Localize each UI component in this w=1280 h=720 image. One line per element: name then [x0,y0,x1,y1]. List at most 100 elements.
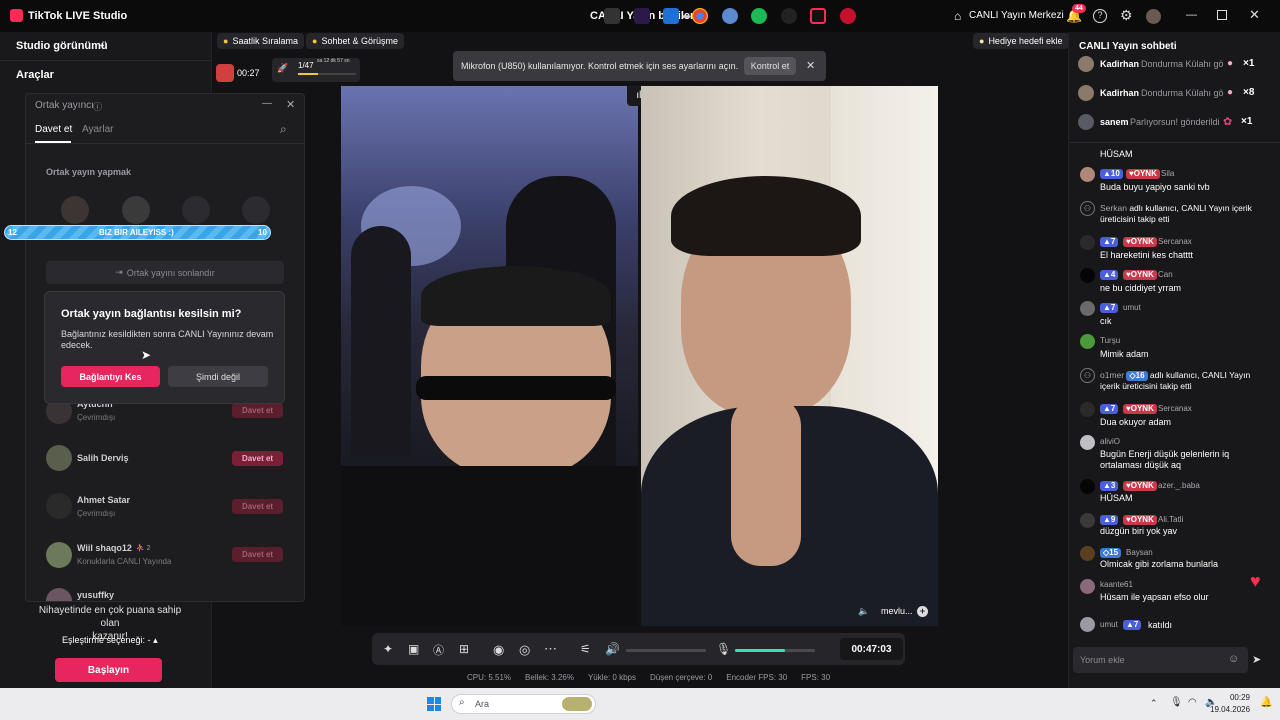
sliders-icon[interactable]: ⚟ [580,642,591,656]
notifications-icon[interactable]: 🔔 [1260,697,1272,708]
rocket-icon: 🚀 [277,63,289,73]
minimize-panel-icon[interactable]: — [262,98,272,109]
hourly-rank-button[interactable]: ● Saatlik Sıralama [217,33,304,49]
chat-avatar[interactable] [1080,268,1095,283]
cohost-avatar-1[interactable] [61,196,89,224]
invite-button[interactable]: Davet et [232,451,283,466]
chat-username[interactable]: umut [1123,303,1141,312]
chat-username[interactable]: aliviO [1100,437,1120,446]
chat-avatar[interactable] [1080,617,1095,632]
profile-avatar[interactable] [1146,9,1161,24]
not-now-button[interactable]: Şimdi değil [168,366,268,387]
volume-icon[interactable]: 🔊 [605,642,620,656]
info-icon[interactable]: ⓘ [93,100,102,113]
app-icon[interactable] [722,8,738,24]
emoji-icon[interactable]: ☺ [1228,653,1239,665]
layout-icon[interactable]: ▣ [408,642,419,656]
microphone-icon[interactable]: 🎙 [716,642,731,656]
caret-up-icon: ▴ [153,635,158,645]
chat-username[interactable]: azer._.baba [1158,481,1200,490]
chat-avatar[interactable] [1080,546,1095,561]
match-option-select[interactable]: Eşleştirme seçeneği: - ▴ [62,635,158,646]
app-icon[interactable] [840,8,856,24]
chat-username[interactable]: umut [1100,620,1118,629]
help-icon[interactable]: ? [1093,9,1107,23]
chat-avatar[interactable] [1080,402,1095,417]
spotify-icon[interactable] [751,8,767,24]
more-icon[interactable]: ⋯ [544,641,557,657]
chat-avatar[interactable] [1080,479,1095,494]
settings-gear-icon[interactable]: ⚙ [1120,7,1133,24]
chat-username[interactable]: Can [1158,270,1173,279]
add-media-icon[interactable]: ⊞ [459,642,469,656]
chat-username[interactable]: Baysan [1126,548,1153,557]
studio-view-dropdown[interactable]: Studio görünümü [16,40,108,52]
start-button[interactable]: Başlayın [55,658,162,682]
magic-wand-icon[interactable]: ✦ [383,642,393,656]
close-notice-icon[interactable]: ✕ [806,59,815,72]
chat-username[interactable]: kaante61 [1100,580,1133,589]
ice-cream-icon: ● [1227,87,1234,98]
tab-settings[interactable]: Ayarlar [82,124,114,135]
invite-button[interactable]: Davet et [232,403,283,418]
empty-slot-avatar[interactable] [182,196,210,224]
wifi-icon[interactable]: ◠ [1188,697,1197,708]
chat-avatar[interactable] [1080,301,1095,316]
trophy-icon: ● [223,36,229,46]
live-center-button[interactable]: CANLI Yayın Merkezi [969,10,1064,21]
chat-avatar[interactable] [1080,435,1095,450]
chat-meet-button[interactable]: ● Sohbet & Görüşme [306,33,404,49]
chat-avatar[interactable] [1080,235,1095,250]
chat-username[interactable]: Turşu [1100,336,1120,345]
chat-join-event: umut ▲7 katıldı [1080,617,1270,633]
task-view-icon[interactable] [604,8,620,24]
speaker-icon[interactable]: 🔈 [858,606,869,617]
end-cohost-button[interactable]: ⇥ Ortak yayını sonlandır [46,261,284,284]
after-effects-icon[interactable] [634,8,650,24]
close-panel-icon[interactable]: ✕ [286,98,295,111]
target-icon[interactable]: ◎ [519,642,530,658]
invite-button[interactable]: Davet et [232,499,283,514]
ai-icon[interactable]: Ⓐ [433,642,444,658]
guest-name: mevlu... [881,606,913,616]
chat-username[interactable]: Sercanax [1158,237,1192,246]
tab-invite[interactable]: Davet et [35,124,72,135]
chat-username[interactable]: Sila [1161,169,1174,178]
chat-username[interactable]: o1mer [1100,370,1124,380]
chat-message-text: Dua okuyor adam [1100,417,1172,427]
chrome-icon[interactable] [692,8,708,24]
windows-start-icon[interactable] [427,697,441,711]
close-window-icon[interactable]: ✕ [1249,7,1260,23]
chat-avatar[interactable] [1080,334,1095,349]
sunglasses [416,376,616,400]
outlook-icon[interactable] [663,8,679,24]
gift-goal-button[interactable]: ● Hediye hedefi ekle [973,33,1069,49]
search-icon[interactable]: ⌕ [280,122,287,137]
chat-username[interactable]: Sercanax [1158,404,1192,413]
chat-username[interactable]: Serkan [1100,203,1127,213]
add-icon[interactable]: + [917,606,928,617]
tiktok-live-studio-icon[interactable] [810,8,826,24]
invite-button[interactable]: Davet et [232,547,283,562]
cohost-avatar-2[interactable] [122,196,150,224]
clock-time[interactable]: 00:29 [1228,693,1250,702]
chat-avatar[interactable] [1080,579,1095,594]
minimize-icon[interactable]: — [1186,9,1197,21]
empty-slot-avatar[interactable] [242,196,270,224]
chat-avatar[interactable] [1080,167,1095,182]
heart-icon[interactable]: ♥ [1250,571,1261,592]
disconnect-button[interactable]: Bağlantıyı Kes [61,366,160,387]
chat-username[interactable]: Ali.Tatli [1158,515,1183,524]
level-number: 4 [1110,270,1116,279]
chat-avatar[interactable] [1080,513,1095,528]
check-button[interactable]: Kontrol et [744,57,796,75]
volume-slider[interactable] [626,649,706,652]
chevron-up-icon[interactable]: ⌃ [1150,698,1158,709]
microphone-tray-icon[interactable]: 🎙 [1170,697,1183,708]
maximize-icon[interactable] [1217,10,1227,20]
clock-date[interactable]: 19.04.2026 [1210,705,1250,714]
record-icon[interactable]: ◉ [493,642,504,658]
send-icon[interactable]: ➤ [1252,653,1261,666]
app-icon[interactable] [781,8,797,24]
home-icon[interactable]: ⌂ [954,9,961,23]
